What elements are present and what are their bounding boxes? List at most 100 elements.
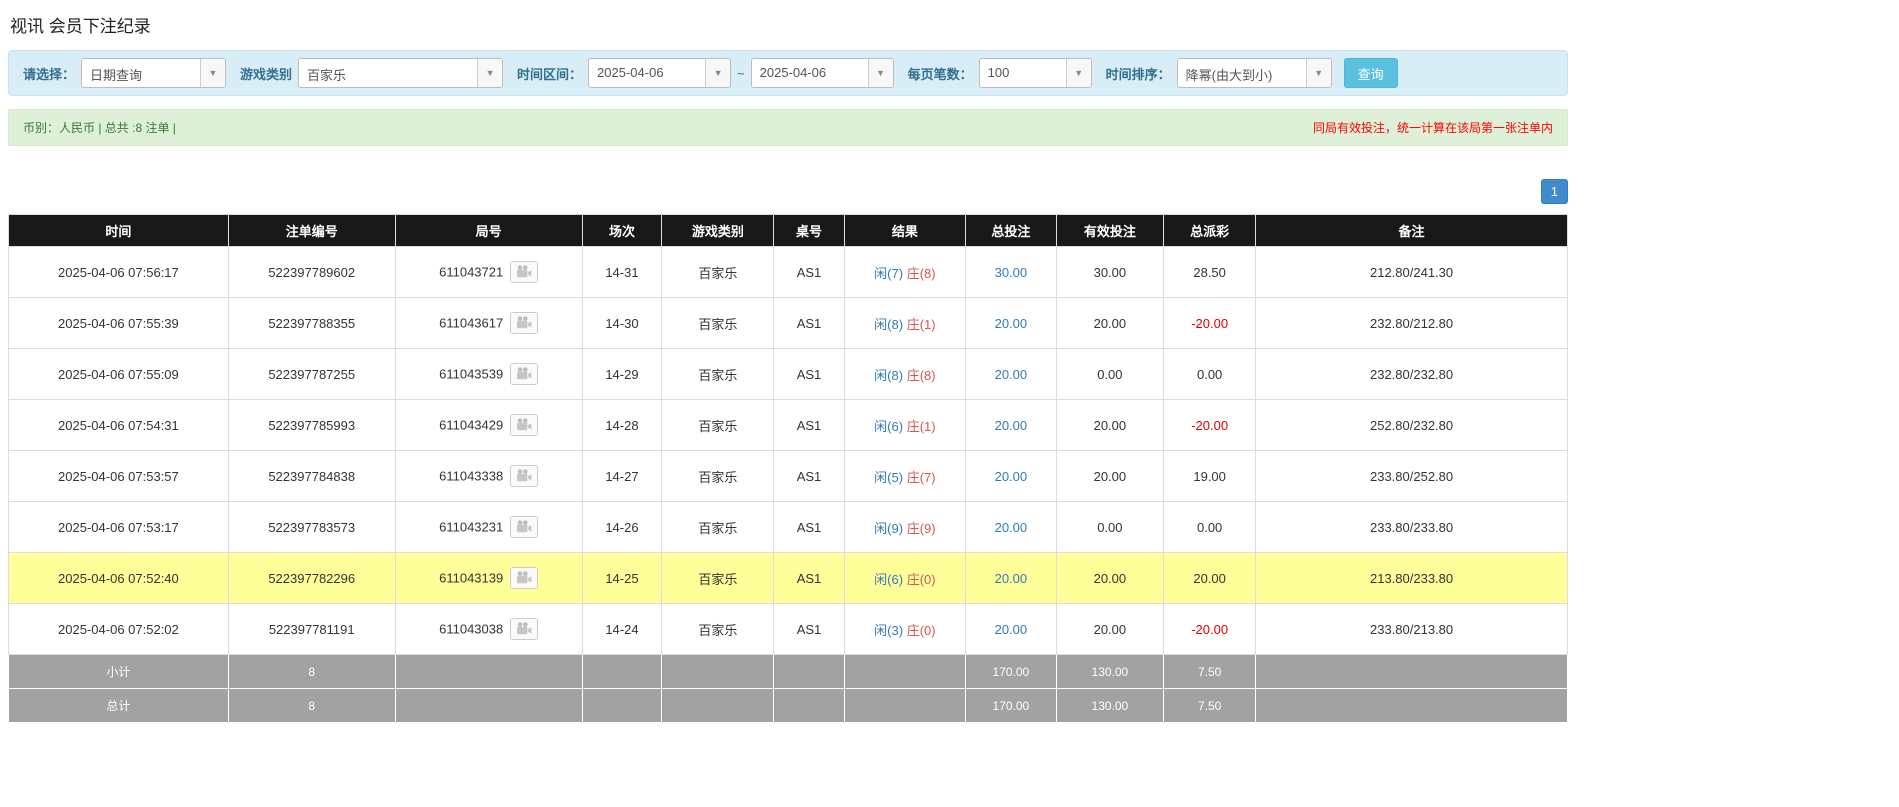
cell-game-type: 百家乐 — [661, 348, 775, 400]
footer-label: 总计 — [8, 688, 229, 723]
total-bet-link[interactable]: 20.00 — [995, 316, 1028, 331]
page-size-value: 100 — [987, 65, 1010, 80]
cell-valid-bet: 0.00 — [1055, 348, 1165, 400]
time-range-label: 时间区间： — [517, 66, 583, 82]
chevron-down-icon[interactable]: ▼ — [705, 59, 731, 87]
cell-total-bet: 20.00 — [965, 450, 1057, 502]
round-id-text: 611043139 — [439, 570, 504, 586]
video-replay-button[interactable] — [510, 567, 539, 589]
header-valid-bet: 有效投注 — [1055, 214, 1165, 247]
cell-bet-id: 522397784838 — [227, 450, 396, 502]
header-bet-id: 注单编号 — [227, 214, 396, 247]
cell-valid-bet: 20.00 — [1055, 450, 1165, 502]
video-replay-button[interactable] — [510, 312, 539, 334]
cell-payout: 0.00 — [1163, 501, 1257, 553]
query-type-label: 请选择： — [23, 66, 76, 82]
video-replay-button[interactable] — [510, 261, 539, 283]
chevron-down-icon[interactable]: ▼ — [867, 59, 893, 87]
cell-session: 14-28 — [581, 399, 663, 451]
cell-time: 2025-04-06 07:53:17 — [8, 501, 229, 553]
video-replay-button[interactable] — [510, 363, 539, 385]
cell-table-no: AS1 — [773, 501, 845, 553]
table-row: 2025-04-06 07:54:31 522397785993 611043429… — [8, 399, 1568, 451]
total-bet-link[interactable]: 30.00 — [995, 265, 1028, 280]
sort-order-select[interactable]: 降幂(由大到小) ▼ — [1176, 58, 1332, 88]
cell-table-no: AS1 — [773, 552, 845, 604]
table-row: 2025-04-06 07:52:40 522397782296 611043139… — [8, 552, 1568, 604]
result-player: 闲(7) — [874, 265, 904, 281]
header-payout: 总派彩 — [1163, 214, 1257, 247]
page-title: 视讯 会员下注纪录 — [10, 17, 151, 36]
cell-total-bet: 20.00 — [965, 297, 1057, 349]
cell-result: 闲(6) 庄(0) — [843, 552, 967, 604]
footer-cell — [1255, 688, 1568, 723]
chevron-down-icon[interactable]: ▼ — [477, 59, 503, 87]
cell-result: 闲(5) 庄(7) — [843, 450, 967, 502]
cell-total-bet: 20.00 — [965, 399, 1057, 451]
cell-round-id: 611043231 — [394, 501, 583, 553]
cell-total-bet: 20.00 — [965, 501, 1057, 553]
cell-round-id: 611043038 — [394, 603, 583, 655]
total-bet-link[interactable]: 20.00 — [995, 367, 1028, 382]
result-banker: 庄(8) — [906, 367, 936, 383]
cell-total-bet: 20.00 — [965, 603, 1057, 655]
header-result: 结果 — [843, 214, 967, 247]
cell-result: 闲(9) 庄(9) — [843, 501, 967, 553]
footer-cell — [843, 654, 967, 689]
cell-game-type: 百家乐 — [661, 297, 775, 349]
content-area: 请选择： 日期查询 ▼ 游戏类别 百家乐 ▼ 时间区间： 2025-04-06 … — [8, 50, 1568, 723]
search-button[interactable]: 查询 — [1343, 58, 1398, 88]
total-bet-link[interactable]: 20.00 — [995, 622, 1028, 637]
summary-bar: 币别：人民币 | 总共 :8 注单 | 同局有效投注，统一计算在该局第一张注单内 — [8, 109, 1568, 146]
footer-cell — [394, 654, 583, 689]
cell-time: 2025-04-06 07:55:09 — [8, 348, 229, 400]
query-type-value: 日期查询 — [90, 68, 143, 83]
query-type-select[interactable]: 日期查询 ▼ — [81, 58, 227, 88]
chevron-down-icon[interactable]: ▼ — [1065, 59, 1091, 87]
round-id-text: 611043539 — [439, 366, 504, 382]
video-replay-button[interactable] — [510, 465, 539, 487]
cell-time: 2025-04-06 07:56:17 — [8, 246, 229, 298]
video-replay-button[interactable] — [510, 516, 539, 538]
header-time: 时间 — [8, 214, 229, 247]
footer-cell: 7.50 — [1163, 688, 1257, 723]
page-size-select[interactable]: 100 ▼ — [978, 58, 1092, 88]
page-size-label: 每页笔数： — [907, 66, 973, 82]
sort-order-value: 降幂(由大到小) — [1185, 68, 1273, 83]
cell-valid-bet: 30.00 — [1055, 246, 1165, 298]
cell-session: 14-30 — [581, 297, 663, 349]
total-bet-link[interactable]: 20.00 — [995, 520, 1028, 535]
table-footer-row: 小计 8 170.00 130.00 7.50 — [8, 654, 1568, 689]
table-header-row: 时间 注单编号 局号 场次 游戏类别 桌号 结果 总投注 有效投注 总派彩 备注 — [8, 214, 1568, 247]
chevron-down-icon[interactable]: ▼ — [200, 59, 226, 87]
total-bet-link[interactable]: 20.00 — [995, 571, 1028, 586]
result-banker: 庄(8) — [906, 265, 936, 281]
cell-time: 2025-04-06 07:52:02 — [8, 603, 229, 655]
cell-session: 14-27 — [581, 450, 663, 502]
page-button-1[interactable]: 1 — [1540, 179, 1568, 204]
cell-payout: 19.00 — [1163, 450, 1257, 502]
cell-round-id: 611043617 — [394, 297, 583, 349]
cell-payout: -20.00 — [1163, 297, 1257, 349]
video-camera-icon — [517, 622, 532, 635]
result-banker: 庄(7) — [906, 469, 936, 485]
cell-bet-id: 522397782296 — [227, 552, 396, 604]
cell-table-no: AS1 — [773, 399, 845, 451]
video-replay-button[interactable] — [510, 618, 539, 640]
chevron-down-icon[interactable]: ▼ — [1305, 59, 1331, 87]
video-replay-button[interactable] — [510, 414, 539, 436]
total-bet-link[interactable]: 20.00 — [995, 418, 1028, 433]
cell-bet-id: 522397789602 — [227, 246, 396, 298]
cell-valid-bet: 0.00 — [1055, 501, 1165, 553]
sort-order-label: 时间排序： — [1105, 66, 1171, 82]
date-from-select[interactable]: 2025-04-06 ▼ — [588, 58, 732, 88]
result-player: 闲(8) — [874, 316, 904, 332]
cell-payout: 20.00 — [1163, 552, 1257, 604]
header-table-no: 桌号 — [773, 214, 845, 247]
result-player: 闲(6) — [874, 571, 904, 587]
date-to-select[interactable]: 2025-04-06 ▼ — [750, 58, 894, 88]
header-round-id: 局号 — [394, 214, 583, 247]
game-type-select[interactable]: 百家乐 ▼ — [298, 58, 504, 88]
cell-table-no: AS1 — [773, 603, 845, 655]
total-bet-link[interactable]: 20.00 — [995, 469, 1028, 484]
